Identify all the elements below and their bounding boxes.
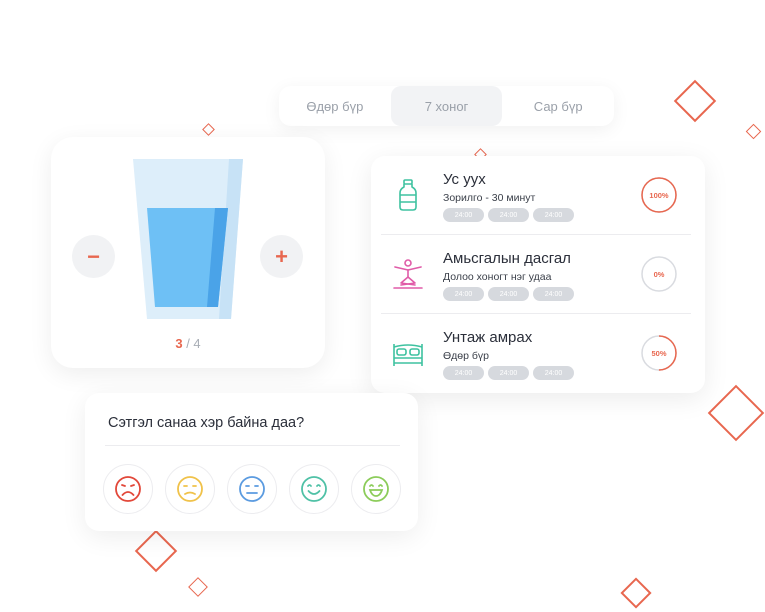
water-goal-count: 4 xyxy=(193,336,201,351)
decorative-diamond xyxy=(620,577,652,609)
habits-card: Ус уух Зорилго - 30 минут 24:00 24:00 24… xyxy=(371,156,705,393)
very-sad-face-icon xyxy=(115,476,141,502)
progress-label: 0% xyxy=(653,269,665,279)
habit-time-pill[interactable]: 24:00 xyxy=(533,366,574,380)
decorative-diamond xyxy=(745,123,762,140)
habit-subtitle: Зорилго - 30 минут xyxy=(443,192,536,204)
habit-time-pill[interactable]: 24:00 xyxy=(443,287,484,301)
mood-neutral-button[interactable] xyxy=(227,464,277,514)
progress-label: 100% xyxy=(649,190,669,200)
tab-weekly[interactable]: 7 хоног xyxy=(390,86,503,126)
tab-monthly[interactable]: Сар бүр xyxy=(502,86,614,126)
habit-item-breathing[interactable]: Амьсгалын дасгал Долоо хоногт нэг удаа 2… xyxy=(371,235,705,313)
water-bottle-icon xyxy=(399,179,417,211)
water-tracker-card: − + 3 / 4 xyxy=(51,137,325,368)
water-current-count: 3 xyxy=(175,336,183,351)
increase-water-button[interactable]: + xyxy=(260,235,303,278)
habit-times: 24:00 24:00 24:00 xyxy=(443,208,574,222)
habit-time-pill[interactable]: 24:00 xyxy=(488,287,529,301)
mood-card: Сэтгэл санаа хэр байна даа? xyxy=(85,393,418,531)
habit-title: Амьсгалын дасгал xyxy=(443,250,571,267)
habit-item-water[interactable]: Ус уух Зорилго - 30 минут 24:00 24:00 24… xyxy=(371,156,705,234)
decorative-diamond xyxy=(673,79,717,123)
mood-very-sad-button[interactable] xyxy=(103,464,153,514)
decorative-diamond xyxy=(707,384,765,442)
mood-very-happy-button[interactable] xyxy=(351,464,401,514)
water-counter-separator: / xyxy=(182,336,194,351)
mood-question: Сэтгэл санаа хэр байна даа? xyxy=(108,415,305,431)
decrease-water-button[interactable]: − xyxy=(72,235,115,278)
habit-subtitle: Долоо хоногт нэг удаа xyxy=(443,271,552,283)
tab-daily[interactable]: Өдөр бүр xyxy=(279,86,391,126)
habit-times: 24:00 24:00 24:00 xyxy=(443,366,574,380)
happy-face-icon xyxy=(301,476,327,502)
decorative-diamond xyxy=(134,529,178,573)
yoga-pose-icon xyxy=(393,259,423,289)
mood-happy-button[interactable] xyxy=(289,464,339,514)
mood-sad-button[interactable] xyxy=(165,464,215,514)
decorative-diamond xyxy=(202,123,215,136)
neutral-face-icon xyxy=(239,476,265,502)
habit-item-sleep[interactable]: Унтаж амрах Өдөр бүр 24:00 24:00 24:00 5… xyxy=(371,314,705,392)
habit-time-pill[interactable]: 24:00 xyxy=(488,366,529,380)
very-happy-face-icon xyxy=(363,476,389,502)
habit-title: Ус уух xyxy=(443,171,486,188)
habit-time-pill[interactable]: 24:00 xyxy=(533,208,574,222)
bed-icon xyxy=(393,344,423,366)
habit-subtitle: Өдөр бүр xyxy=(443,350,489,362)
divider xyxy=(105,445,400,446)
period-tabs: Өдөр бүр 7 хоног Сар бүр xyxy=(279,86,614,126)
habit-time-pill[interactable]: 24:00 xyxy=(488,208,529,222)
habit-times: 24:00 24:00 24:00 xyxy=(443,287,574,301)
water-glass-icon xyxy=(133,159,243,319)
progress-label: 50% xyxy=(651,348,667,358)
water-counter: 3 / 4 xyxy=(51,336,325,351)
habit-time-pill[interactable]: 24:00 xyxy=(443,208,484,222)
habit-time-pill[interactable]: 24:00 xyxy=(443,366,484,380)
sad-face-icon xyxy=(177,476,203,502)
decorative-diamond xyxy=(188,577,208,597)
habit-title: Унтаж амрах xyxy=(443,329,533,346)
habit-time-pill[interactable]: 24:00 xyxy=(533,287,574,301)
